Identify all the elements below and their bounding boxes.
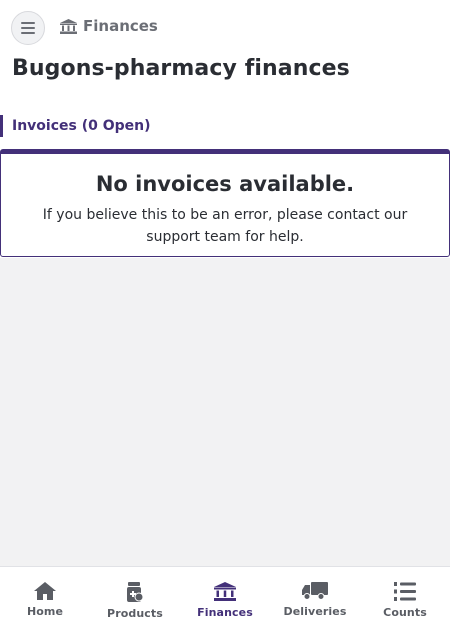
header-bar: Finances xyxy=(0,0,450,52)
bottom-navigation: Home Products Finances Deliveries Counts xyxy=(0,566,450,626)
empty-state-title: No invoices available. xyxy=(95,172,355,196)
breadcrumb[interactable]: Finances xyxy=(60,16,158,36)
breadcrumb-label: Finances xyxy=(83,17,158,35)
nav-label-products: Products xyxy=(107,607,163,620)
bank-icon xyxy=(214,582,236,601)
nav-label-home: Home xyxy=(26,605,64,618)
medication-icon xyxy=(127,582,144,602)
truck-icon xyxy=(302,582,328,600)
empty-invoices-card: No invoices available. If you believe th… xyxy=(0,149,450,257)
nav-label-finances: Finances xyxy=(197,606,253,619)
nav-item-products[interactable]: Products xyxy=(90,567,180,626)
nav-label-deliveries: Deliveries xyxy=(283,605,347,618)
nav-item-finances[interactable]: Finances xyxy=(180,567,270,626)
menu-button[interactable] xyxy=(11,11,45,45)
empty-state-message: If you believe this to be an error, plea… xyxy=(42,207,408,245)
page-title: Bugons-pharmacy finances xyxy=(12,56,350,81)
nav-label-counts: Counts xyxy=(383,606,427,619)
invoices-section-header: Invoices (0 Open) xyxy=(0,115,151,137)
nav-item-deliveries[interactable]: Deliveries xyxy=(270,567,360,626)
home-icon xyxy=(34,582,56,600)
hamburger-icon xyxy=(21,22,35,34)
nav-item-home[interactable]: Home xyxy=(0,567,90,626)
nav-item-counts[interactable]: Counts xyxy=(360,567,450,626)
bank-icon xyxy=(60,18,77,34)
page-content: Finances Bugons-pharmacy finances Invoic… xyxy=(0,0,450,258)
invoices-section-label: Invoices (0 Open) xyxy=(12,118,151,134)
list-icon xyxy=(394,582,416,601)
